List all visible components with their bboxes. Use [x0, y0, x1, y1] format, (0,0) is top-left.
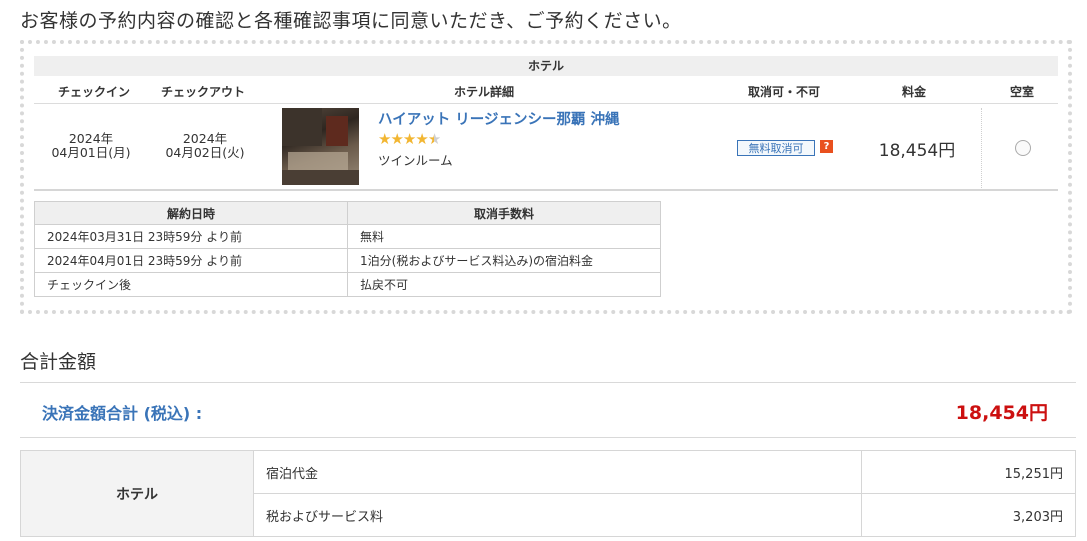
checkout-year: 2024年: [182, 131, 228, 146]
policy-fee: 払戻不可: [347, 272, 661, 297]
star-icon: ★: [402, 130, 416, 148]
col-cancel: 取消可・不可: [747, 85, 820, 99]
col-price: 料金: [901, 85, 926, 99]
help-icon[interactable]: ?: [820, 140, 833, 153]
divider: [34, 103, 1058, 104]
hotel-booking-panel: ホテル チェックイン チェックアウト ホテル詳細 取消可・不可 料金 空室 20…: [20, 40, 1072, 314]
policy-date: 2024年03月31日 23時59分 より前: [34, 224, 348, 249]
table-row: 2024年04月01日 23時59分 より前 1泊分(税およびサービス料込み)の…: [34, 248, 661, 273]
divider: [34, 189, 1058, 191]
total-amount-label: 決済金額合計 (税込) :: [42, 404, 203, 423]
col-checkin: チェックイン: [57, 85, 130, 99]
divider: [20, 382, 1076, 383]
price-breakdown-table: ホテル 宿泊代金 15,251円 税およびサービス料 3,203円: [20, 450, 1076, 537]
col-hotel-details: ホテル詳細: [453, 85, 514, 99]
breakdown-item-name: 宿泊代金: [253, 450, 862, 494]
checkin-day: 04月01日(月): [51, 145, 131, 160]
hotel-thumbnail[interactable]: [282, 108, 359, 185]
table-row: 2024年03月31日 23時59分 より前 無料: [34, 224, 661, 249]
total-amount-value: 18,454円: [955, 402, 1048, 424]
hotel-section-header: ホテル: [34, 56, 1058, 76]
page-heading: お客様の予約内容の確認と各種確認事項に同意いただき、ご予約ください。: [20, 10, 682, 32]
breakdown-item-value: 3,203円: [861, 493, 1076, 537]
room-select-radio[interactable]: [1015, 140, 1031, 156]
policy-fee: 1泊分(税およびサービス料込み)の宿泊料金: [347, 248, 661, 273]
policy-head-date: 解約日時: [34, 201, 348, 225]
cancellation-policy-table: 解約日時 取消手数料 2024年03月31日 23時59分 より前 無料 202…: [34, 201, 661, 297]
breakdown-category: ホテル: [20, 450, 254, 537]
column-separator: [981, 108, 982, 188]
policy-fee: 無料: [347, 224, 661, 249]
room-type: ツインルーム: [378, 153, 453, 168]
table-row: ホテル 宿泊代金 15,251円: [20, 450, 1076, 537]
breakdown-item-value: 15,251円: [861, 450, 1076, 494]
star-rating: ★★★★★: [378, 130, 441, 148]
star-icon: ★: [415, 130, 428, 148]
hotel-name-link[interactable]: ハイアット リージェンシー那覇 沖縄: [378, 108, 620, 129]
col-availability: 空室: [1009, 85, 1034, 99]
policy-date: チェックイン後: [34, 272, 348, 297]
room-price: 18,454円: [878, 141, 956, 161]
total-section-title: 合計金額: [20, 351, 97, 373]
policy-head-fee: 取消手数料: [347, 201, 661, 225]
star-half-icon: ★: [427, 130, 441, 148]
col-checkout: チェックアウト: [160, 85, 245, 99]
breakdown-item-name: 税およびサービス料: [253, 493, 862, 537]
checkin-year: 2024年: [68, 131, 114, 146]
star-icon: ★: [378, 130, 391, 148]
checkin-date: 2024年 04月01日(月): [36, 132, 146, 160]
free-cancel-badge: 無料取消可: [737, 140, 815, 156]
divider: [20, 437, 1076, 438]
policy-date: 2024年04月01日 23時59分 より前: [34, 248, 348, 273]
checkout-date: 2024年 04月02日(火): [150, 132, 260, 160]
checkout-day: 04月02日(火): [165, 145, 245, 160]
table-row: チェックイン後 払戻不可: [34, 272, 661, 297]
star-icon: ★: [390, 130, 403, 148]
